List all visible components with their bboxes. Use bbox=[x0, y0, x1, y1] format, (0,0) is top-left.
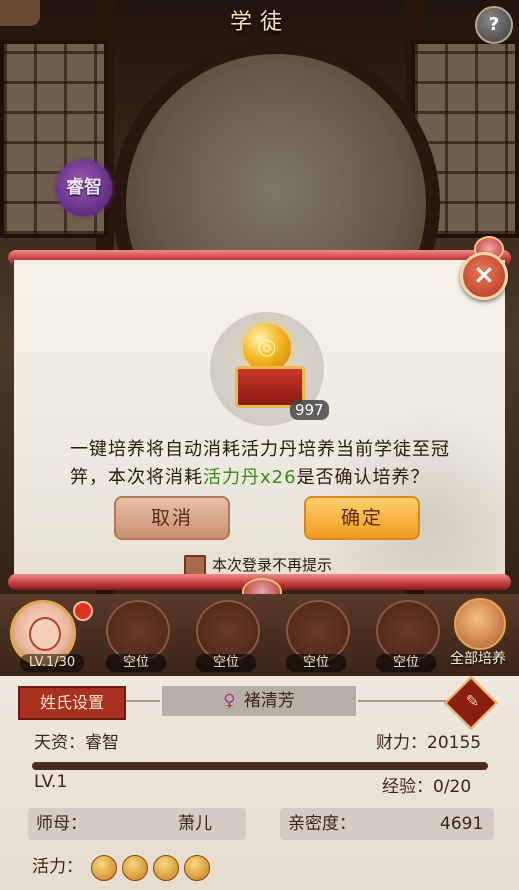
aptitude-value: 睿智 bbox=[85, 733, 119, 753]
game-screen: 学徒 ? 睿智 ◎ 997 一键培养将自动消耗活力丹培养当前学徒至冠笄，本次将消… bbox=[0, 0, 519, 890]
aptitude-label: 天资： bbox=[34, 733, 85, 753]
train-all-icon bbox=[454, 598, 506, 650]
child-face-icon bbox=[29, 617, 61, 651]
empty-slot[interactable] bbox=[106, 600, 170, 662]
close-button[interactable]: × bbox=[460, 252, 508, 300]
apprentice-name: 褚清芳 bbox=[243, 691, 295, 711]
empty-slot-label: 空位 bbox=[376, 654, 436, 672]
stamina-row: 活力： bbox=[32, 852, 492, 882]
exp-progress-bar bbox=[32, 762, 488, 770]
empty-slot[interactable] bbox=[376, 600, 440, 662]
aptitude-row: 天资：睿智 bbox=[34, 728, 119, 753]
apprentice-level: LV.1/30 bbox=[20, 654, 84, 672]
empty-slot-label: 空位 bbox=[196, 654, 256, 672]
dont-show-again-row[interactable]: 本次登录不再提示 bbox=[184, 554, 333, 577]
message-highlight: 活力丹x26 bbox=[203, 467, 297, 488]
help-button[interactable]: ? bbox=[475, 6, 513, 44]
mentor-value: 萧儿 bbox=[178, 814, 212, 834]
cancel-button[interactable]: 取消 bbox=[114, 496, 230, 540]
intimacy-field: 亲密度： 4691 bbox=[280, 808, 494, 840]
intimacy-value: 4691 bbox=[440, 814, 484, 834]
train-all-label: 全部培养 bbox=[450, 651, 506, 667]
stamina-pill-icon bbox=[91, 854, 117, 881]
name-plate: ♀ 褚清芳 bbox=[162, 686, 356, 716]
exp-value: 0/20 bbox=[433, 777, 472, 797]
stamina-pill-icon bbox=[184, 854, 210, 881]
trait-badge: 睿智 bbox=[56, 160, 112, 216]
page-title: 学徒 bbox=[229, 10, 290, 35]
stamina-label: 活力： bbox=[32, 857, 83, 877]
confirm-dialog: ◎ 997 一键培养将自动消耗活力丹培养当前学徒至冠笄，本次将消耗活力丹x26是… bbox=[8, 236, 511, 606]
divider bbox=[358, 700, 448, 702]
stamina-pill-icon bbox=[153, 854, 179, 881]
divider bbox=[126, 700, 160, 702]
wealth-label: 财力： bbox=[376, 733, 427, 753]
train-all-button[interactable]: 全部培养 bbox=[444, 598, 512, 668]
exp-label: 经验： bbox=[382, 777, 433, 797]
item-slot[interactable]: ◎ 997 bbox=[210, 312, 329, 426]
message-text-end: 是否确认培养？ bbox=[296, 467, 430, 488]
wealth-value: 20155 bbox=[427, 733, 482, 753]
empty-slot[interactable] bbox=[286, 600, 350, 662]
mentor-field: 师母： 萧儿 bbox=[28, 808, 246, 840]
dialog-message: 一键培养将自动消耗活力丹培养当前学徒至冠笄，本次将消耗活力丹x26是否确认培养？ bbox=[70, 436, 462, 492]
female-icon: ♀ bbox=[223, 691, 236, 711]
checkbox-label: 本次登录不再提示 bbox=[212, 556, 333, 574]
intimacy-label: 亲密度： bbox=[288, 814, 356, 834]
empty-slot-label: 空位 bbox=[106, 654, 166, 672]
vitality-pill-icon: ◎ bbox=[243, 324, 291, 372]
level-label: LV.1 bbox=[34, 772, 68, 792]
surname-settings-button[interactable]: 姓氏设置 bbox=[18, 686, 126, 720]
stamina-pill-icon bbox=[122, 854, 148, 881]
brush-icon: ✎ bbox=[465, 691, 480, 711]
empty-slot-label: 空位 bbox=[286, 654, 346, 672]
exp-row: 经验：0/20 bbox=[382, 772, 471, 797]
notification-dot bbox=[73, 601, 93, 621]
wealth-row: 财力：20155 bbox=[376, 728, 481, 753]
mentor-label: 师母： bbox=[36, 814, 87, 834]
confirm-button[interactable]: 确定 bbox=[304, 496, 420, 540]
rename-button[interactable]: ✎ bbox=[444, 676, 498, 730]
dialog-paper: ◎ 997 一键培养将自动消耗活力丹培养当前学徒至冠笄，本次将消耗活力丹x26是… bbox=[14, 260, 505, 578]
apprentice-slots-bar: LV.1/30 空位 空位 空位 空位 全部培养 bbox=[0, 594, 519, 676]
item-count: 997 bbox=[290, 400, 329, 420]
back-button[interactable] bbox=[0, 0, 40, 26]
apprentice-info-panel: 姓氏设置 ♀ 褚清芳 ✎ 天资：睿智 财力：20155 LV.1 经验：0/20 … bbox=[0, 676, 519, 890]
empty-slot[interactable] bbox=[196, 600, 260, 662]
